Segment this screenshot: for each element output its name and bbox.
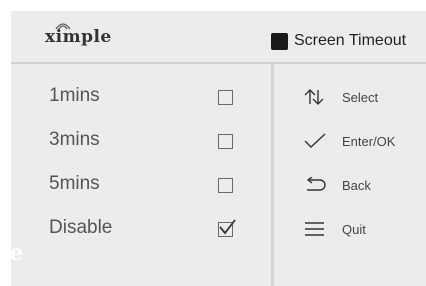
screen-timeout-panel: ximple Screen Timeout 1mins 3mins 5mins … [11, 11, 426, 286]
watermark: le [0, 240, 25, 266]
option-1mins-label[interactable]: 1mins [49, 85, 100, 107]
option-3mins-label[interactable]: 3mins [49, 129, 100, 151]
column-divider [271, 64, 274, 286]
moon-icon [271, 32, 288, 50]
page-title: Screen Timeout [294, 32, 407, 49]
hint-enter-label: Enter/OK [342, 134, 396, 149]
header-divider [11, 62, 426, 64]
hint-quit-label: Quit [342, 222, 366, 237]
option-5mins-checkbox[interactable] [218, 178, 233, 193]
header-bar: ximple Screen Timeout [11, 11, 426, 62]
hint-back-label: Back [342, 178, 371, 193]
hint-select-label: Select [342, 90, 379, 105]
option-1mins-checkbox[interactable] [218, 90, 233, 105]
checkmark-icon [219, 219, 236, 235]
option-disable-label[interactable]: Disable [49, 217, 112, 239]
screen-timeout-heading: Screen Timeout [271, 29, 406, 53]
brand-logo: ximple [45, 27, 112, 47]
option-3mins-checkbox[interactable] [218, 134, 233, 149]
option-5mins-label[interactable]: 5mins [49, 173, 100, 195]
option-disable-checkbox[interactable] [218, 219, 236, 237]
menu-lines-icon [305, 222, 324, 236]
up-down-arrows-icon [304, 89, 324, 105]
checkmark-icon [304, 133, 326, 148]
back-arrow-icon [306, 177, 326, 191]
